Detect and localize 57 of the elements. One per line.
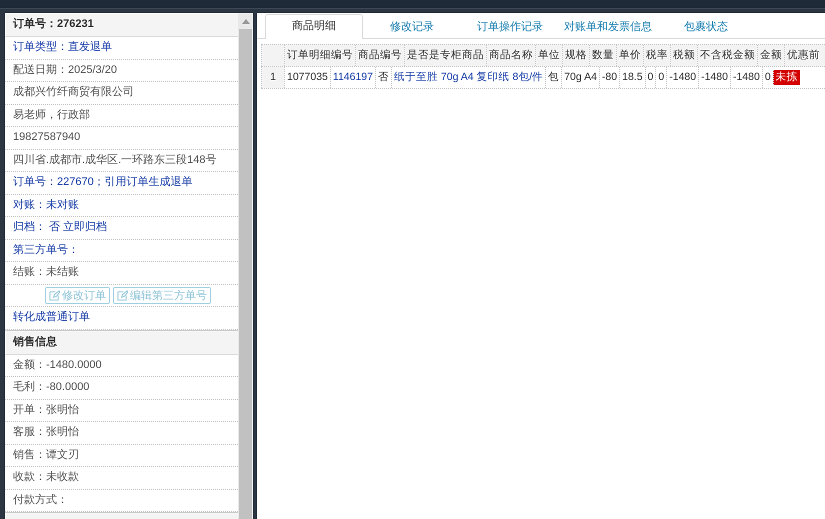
header-label: 是否是专柜商品	[404, 45, 486, 66]
info-text: 易老师，行政部	[13, 108, 90, 120]
info-link[interactable]: 订单号：227670；引用订单生成退单	[13, 176, 193, 188]
table-cell: 0	[644, 67, 656, 88]
header-label: 商品编号	[355, 45, 404, 66]
order-number-title: 订单号：276231	[5, 13, 238, 37]
sales-info-text: 付款方式：	[13, 494, 68, 506]
tab[interactable]: 对账单和发票信息	[559, 15, 657, 39]
pencil-icon	[117, 290, 128, 301]
sales-info-text: 毛利：-80.0000	[13, 381, 90, 393]
pencil-icon	[49, 290, 60, 301]
sales-info-text: 收款：未收款	[13, 471, 79, 483]
table-cell: 18.5	[619, 67, 645, 88]
tab[interactable]: 订单操作记录	[461, 15, 559, 39]
info-link[interactable]: 订单类型：直发退单	[13, 41, 112, 53]
info-link[interactable]: 第三方单号：	[13, 244, 79, 256]
status-badge: 未拣	[772, 70, 800, 85]
header-label: 单价	[616, 45, 643, 66]
tab[interactable]: 商品明细	[265, 14, 363, 39]
row-number: 1	[261, 67, 284, 88]
scrollbar-thumb[interactable]	[239, 29, 252, 519]
sales-section-title: 销售信息	[5, 330, 238, 354]
sales-info-text: 开单：张明怡	[13, 404, 79, 416]
header-label: 商品名称	[486, 45, 535, 66]
table-cell: -1480	[730, 67, 762, 88]
table-cell: -1480	[698, 67, 730, 88]
info-text: 19827587940	[13, 131, 80, 143]
header-label: 不含税金额	[697, 45, 757, 66]
info-text: 结账：未结账	[13, 266, 79, 278]
header-label: 规格	[562, 45, 589, 66]
table-cell: -1480	[666, 67, 698, 88]
table-cell: 70g A4	[561, 67, 599, 88]
header-label: 单位	[535, 45, 562, 66]
scroll-up-arrow-icon[interactable]	[242, 19, 250, 24]
info-text: 配送日期：2025/3/20	[13, 64, 117, 76]
table-cell: 包	[545, 67, 562, 88]
sales-info-text: 金额：-1480.0000	[13, 358, 102, 370]
info-text: 四川省.成都市.成华区.一环路东三段148号	[13, 154, 217, 166]
scrollbar[interactable]	[238, 13, 253, 519]
header-label: 税率	[643, 45, 670, 66]
info-link[interactable]: 对账：未对账	[13, 198, 79, 210]
info-link[interactable]: 转化成普通订单	[13, 311, 90, 323]
header-label: 优惠前	[784, 45, 822, 66]
tab[interactable]: 修改记录	[363, 15, 461, 39]
header-label: 金额	[757, 45, 784, 66]
sales-info-text: 销售：谭文刃	[13, 448, 79, 460]
table-cell: 1077035	[284, 67, 330, 88]
header-label: 订单明细编号	[284, 45, 355, 66]
table-cell: -80	[598, 67, 620, 88]
sales-info-text: 客服：张明怡	[13, 426, 79, 438]
info-link[interactable]: 归档： 否 立即归档	[13, 221, 108, 233]
table-cell: 0	[655, 67, 666, 88]
table-cell: 否	[375, 67, 391, 88]
header-label: 数量	[589, 45, 616, 66]
info-text: 成都兴竹纤商贸有限公司	[13, 86, 134, 98]
tab[interactable]: 包裹状态	[657, 15, 755, 39]
header-label: 税额	[670, 45, 697, 66]
